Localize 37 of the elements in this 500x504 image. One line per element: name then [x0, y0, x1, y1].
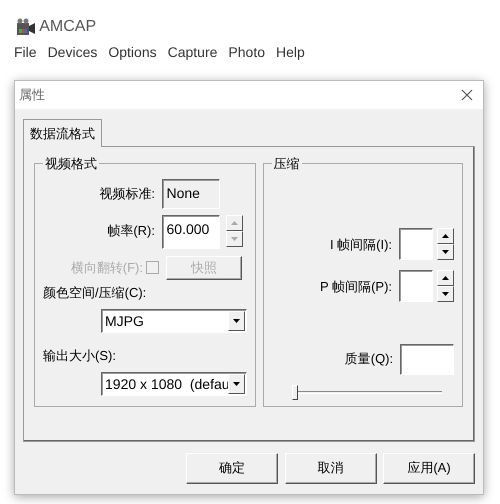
field-label: I 帧间隔(I): [330, 236, 392, 252]
field-label: 颜色空间/压缩(C): [43, 285, 146, 300]
caret-icon [233, 319, 240, 323]
frame-interval-field[interactable] [398, 228, 434, 260]
group-title: 视频格式 [44, 156, 98, 170]
video-standard-field: None [162, 178, 220, 209]
field-label: 质量(Q): [344, 351, 394, 366]
field-label: 视频标准: [99, 186, 155, 201]
tab[interactable]: 数据流格式 [23, 119, 102, 146]
field-label: P 帧间隔(P): [320, 278, 392, 294]
menu-item[interactable]: File [14, 42, 42, 62]
color-space-dropdown[interactable]: MJPG [101, 309, 247, 333]
dialog-title: 属性 [19, 86, 45, 104]
menu-item[interactable]: Devices [48, 42, 102, 62]
quality-field[interactable] [400, 344, 454, 374]
group-title: 压缩 [272, 156, 300, 170]
frame-rate-field[interactable]: 60.000 [162, 215, 220, 250]
field-label: 输出大小(S): [43, 348, 116, 363]
dialog-button[interactable]: 应用(A) [383, 452, 475, 484]
field-label: 帧率(R): [107, 223, 155, 238]
frame-interval-field[interactable] [398, 270, 434, 302]
dialog-button[interactable]: 取消 [284, 452, 376, 484]
spinner[interactable] [436, 270, 454, 302]
menu-item[interactable]: Photo [228, 42, 270, 62]
menu-item[interactable]: Help [276, 42, 310, 62]
camera-app-icon [16, 18, 36, 36]
caret-icon [233, 382, 240, 386]
quality-slider[interactable] [292, 384, 442, 400]
menu-item[interactable]: Options [108, 42, 162, 62]
menu-item[interactable]: Capture [168, 42, 222, 62]
close-icon[interactable] [461, 89, 473, 101]
spinner[interactable] [436, 228, 454, 260]
checkbox-label: 横向翻转(F): [70, 260, 143, 275]
dialog-button[interactable]: 确定 [186, 452, 278, 484]
app-title: AMCAP [39, 17, 96, 37]
spinner[interactable] [226, 215, 243, 248]
slider-thumb[interactable] [292, 384, 298, 400]
